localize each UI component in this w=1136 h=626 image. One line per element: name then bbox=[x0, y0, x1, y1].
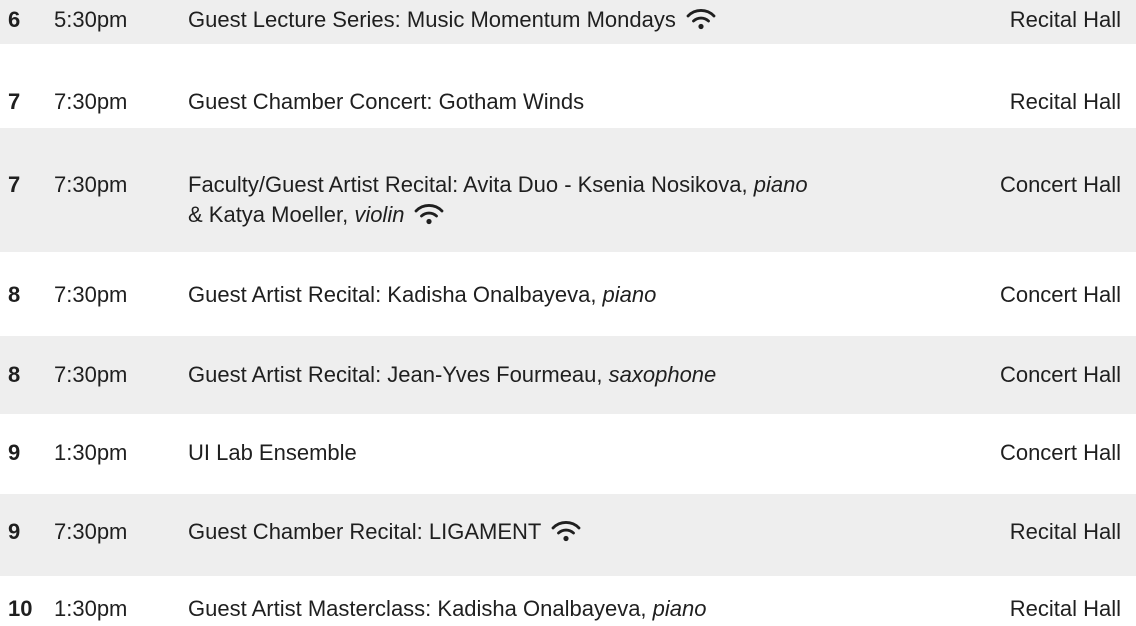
event-row: 9 1:30pm UI Lab Ensemble Concert Hall bbox=[0, 414, 1136, 494]
event-row: 8 7:30pm Guest Artist Recital: Kadisha O… bbox=[0, 252, 1136, 336]
event-time: 7:30pm bbox=[54, 519, 128, 544]
event-time: 7:30pm bbox=[54, 172, 128, 197]
event-title[interactable]: Faculty/Guest Artist Recital: Avita Duo … bbox=[188, 170, 948, 230]
event-row: 10 1:30pm Guest Artist Masterclass: Kadi… bbox=[0, 576, 1136, 626]
event-row: 9 7:30pm Guest Chamber Recital: LIGAMENT… bbox=[0, 494, 1136, 576]
event-day: 7 bbox=[8, 172, 21, 197]
event-day: 8 bbox=[8, 362, 21, 387]
event-day: 7 bbox=[8, 89, 21, 114]
event-time: 7:30pm bbox=[54, 89, 128, 114]
event-row: 7 7:30pm Faculty/Guest Artist Recital: A… bbox=[0, 128, 1136, 252]
event-day: 6 bbox=[8, 7, 21, 32]
event-venue: Concert Hall bbox=[999, 282, 1121, 307]
event-title[interactable]: Guest Chamber Recital: LIGAMENT bbox=[188, 517, 948, 547]
event-venue: Recital Hall bbox=[1009, 519, 1121, 544]
event-day: 9 bbox=[8, 440, 21, 465]
event-day: 9 bbox=[8, 519, 21, 544]
event-row: 6 5:30pm Guest Lecture Series: Music Mom… bbox=[0, 0, 1136, 44]
event-title[interactable]: Guest Lecture Series: Music Momentum Mon… bbox=[188, 5, 948, 35]
event-time: 5:30pm bbox=[54, 7, 128, 32]
event-title[interactable]: UI Lab Ensemble bbox=[188, 438, 948, 468]
event-time: 1:30pm bbox=[54, 440, 128, 465]
event-venue: Concert Hall bbox=[999, 172, 1121, 197]
event-title[interactable]: Guest Artist Recital: Jean-Yves Fourmeau… bbox=[188, 360, 948, 390]
event-list: 6 5:30pm Guest Lecture Series: Music Mom… bbox=[0, 0, 1136, 626]
event-venue: Concert Hall bbox=[999, 440, 1121, 465]
event-title[interactable]: Guest Artist Recital: Kadisha Onalbayeva… bbox=[188, 280, 948, 310]
event-day: 8 bbox=[8, 282, 21, 307]
event-row: 7 7:30pm Guest Chamber Concert: Gotham W… bbox=[0, 44, 1136, 128]
event-time: 1:30pm bbox=[54, 596, 128, 621]
event-row: 8 7:30pm Guest Artist Recital: Jean-Yves… bbox=[0, 336, 1136, 414]
event-title[interactable]: Guest Chamber Concert: Gotham Winds bbox=[188, 87, 948, 117]
event-time: 7:30pm bbox=[54, 362, 128, 387]
event-venue: Concert Hall bbox=[999, 362, 1121, 387]
wifi-icon bbox=[551, 520, 581, 542]
event-title[interactable]: Guest Artist Masterclass: Kadisha Onalba… bbox=[188, 594, 948, 624]
wifi-icon bbox=[414, 203, 444, 225]
wifi-icon bbox=[686, 8, 716, 30]
event-day: 10 bbox=[8, 596, 33, 621]
event-time: 7:30pm bbox=[54, 282, 128, 307]
event-venue: Recital Hall bbox=[1009, 596, 1121, 621]
event-venue: Recital Hall bbox=[1009, 7, 1121, 32]
event-venue: Recital Hall bbox=[1009, 89, 1121, 114]
